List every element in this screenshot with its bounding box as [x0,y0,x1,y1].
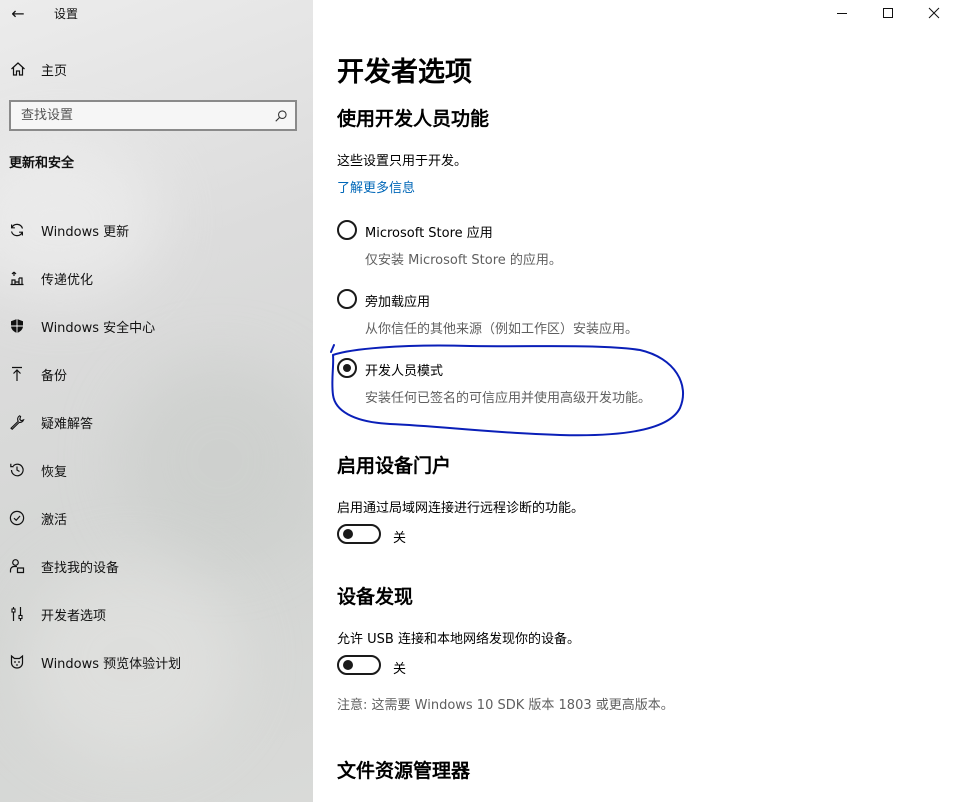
close-icon [928,4,940,23]
backup-arrow-icon [8,365,26,383]
device-portal-toggle[interactable] [337,524,381,544]
device-portal-description: 启用通过局域网连接进行远程诊断的功能。 [337,501,585,516]
sidebar-section-title: 更新和安全 [9,156,75,171]
back-button[interactable]: ← [0,0,36,26]
learn-more-link[interactable]: 了解更多信息 [337,177,415,196]
shield-icon [8,317,26,335]
device-discovery-description: 允许 USB 连接和本地网络发现你的设备。 [337,632,580,647]
developer-icon [8,605,26,623]
maximize-icon [882,4,894,23]
sidebar-item-recovery[interactable]: 恢复 [0,446,313,494]
dev-features-heading: 使用开发人员功能 [337,108,490,130]
sidebar-item-find-my-device[interactable]: 查找我的设备 [0,542,313,590]
sidebar-item-windows-insider[interactable]: Windows 预览体验计划 [0,638,313,686]
radio-store-apps-description: 仅安装 Microsoft Store 的应用。 [365,253,562,268]
sidebar-item-developer-options[interactable]: 开发者选项 [0,590,313,638]
sidebar-item-windows-security[interactable]: Windows 安全中心 [0,302,313,350]
sidebar-item-label: 恢复 [41,464,68,480]
radio-developer-mode-label[interactable]: 开发人员模式 [365,360,443,379]
sidebar-item-label: 激活 [41,512,68,528]
radio-store-apps-label[interactable]: Microsoft Store 应用 [365,222,493,241]
device-discovery-note: 注意: 这需要 Windows 10 SDK 版本 1803 或更高版本。 [337,698,674,713]
main-panel: 开发者选项 使用开发人员功能 这些设置只用于开发。 了解更多信息 Microso… [313,0,957,802]
sidebar-item-label: 备份 [41,368,68,384]
sidebar-item-label: 疑难解答 [41,416,94,432]
radio-sideload-apps-description: 从你信任的其他来源（例如工作区）安装应用。 [365,322,639,337]
radio-sideload-apps-label[interactable]: 旁加载应用 [365,291,430,310]
wrench-icon [8,413,26,431]
search-input[interactable] [21,108,273,123]
file-explorer-heading: 文件资源管理器 [337,760,471,782]
sidebar-item-windows-update[interactable]: Windows 更新 [0,206,313,254]
sidebar-item-backup[interactable]: 备份 [0,350,313,398]
recovery-icon [8,461,26,479]
sidebar-item-label: 开发者选项 [41,608,107,624]
title-bar: ← 设置 [0,0,313,26]
sidebar-item-troubleshoot[interactable]: 疑难解答 [0,398,313,446]
back-arrow-icon: ← [11,3,25,23]
sidebar: ← 设置 主页 更新和安全 Windows 更新 传递优化 [0,0,313,802]
page-title: 开发者选项 [337,57,472,88]
radio-developer-mode-description: 安装任何已签名的可信应用并使用高级开发功能。 [365,391,652,406]
sync-icon [8,221,26,239]
search-box[interactable] [9,100,297,131]
sidebar-item-label: 查找我的设备 [41,560,120,576]
sidebar-item-home[interactable]: 主页 [0,56,313,82]
sidebar-item-label: Windows 更新 [41,224,130,240]
radio-sideload-apps[interactable] [337,289,357,309]
device-discovery-toggle-state: 关 [393,662,407,677]
minimize-button[interactable] [819,0,865,26]
radio-developer-mode[interactable] [337,358,357,378]
sidebar-item-label: Windows 安全中心 [41,320,156,336]
search-icon[interactable] [273,108,289,124]
sidebar-item-delivery-optimization[interactable]: 传递优化 [0,254,313,302]
device-portal-toggle-state: 关 [393,531,407,546]
sidebar-item-label: 传递优化 [41,272,94,288]
sidebar-item-activation[interactable]: 激活 [0,494,313,542]
close-button[interactable] [911,0,957,26]
sidebar-item-label: Windows 预览体验计划 [41,656,182,672]
delivery-optimization-icon [8,269,26,287]
check-circle-icon [8,509,26,527]
device-portal-heading: 启用设备门户 [337,455,452,477]
maximize-button[interactable] [865,0,911,26]
minimize-icon [836,4,848,23]
home-icon [9,60,27,78]
insider-cat-icon [8,653,26,671]
radio-store-apps[interactable] [337,220,357,240]
device-discovery-toggle[interactable] [337,655,381,675]
window-controls [819,0,957,26]
person-find-icon [8,557,26,575]
app-title: 设置 [54,6,79,21]
dev-features-description: 这些设置只用于开发。 [337,154,468,169]
device-discovery-heading: 设备发现 [337,586,414,608]
sidebar-home-label: 主页 [41,63,68,79]
sidebar-nav: Windows 更新 传递优化 Windows 安全中心 备份 疑难解答 恢复 … [0,206,313,686]
